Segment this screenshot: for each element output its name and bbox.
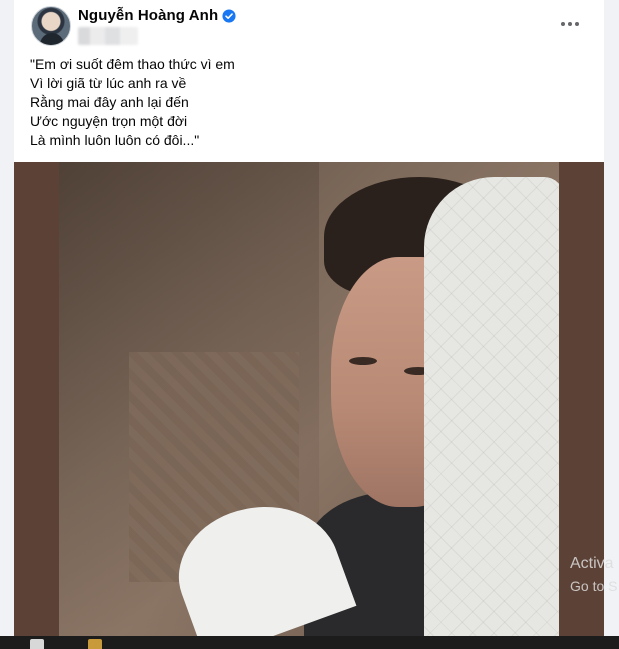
post-photo[interactable] — [59, 162, 559, 636]
post-text: "Em ơi suốt đêm thao thức vì em Vì lời g… — [30, 55, 590, 150]
watermark-line-1: Activa — [570, 555, 614, 572]
author-name[interactable]: Nguyễn Hoàng Anh — [78, 7, 218, 24]
windows-activation-watermark: Activa Go to S — [570, 553, 617, 597]
author-avatar[interactable] — [31, 6, 71, 46]
taskbar-app-icon[interactable] — [88, 639, 102, 649]
post-timestamp-blurred — [78, 27, 138, 45]
post-text-line: Là mình luôn luôn có đôi..." — [30, 132, 200, 148]
watermark-line-2: Go to S — [570, 578, 618, 594]
start-icon[interactable] — [30, 639, 44, 649]
post-text-line: Rằng mai đây anh lại đến — [30, 94, 189, 110]
post-text-line: "Em ơi suốt đêm thao thức vì em — [30, 56, 235, 72]
post-text-line: Ước nguyện trọn một đời — [30, 113, 188, 129]
verified-badge-icon — [222, 8, 236, 23]
more-options-button[interactable] — [554, 12, 586, 36]
author-row: Nguyễn Hoàng Anh — [78, 7, 236, 24]
post-photo-container[interactable] — [14, 162, 604, 636]
post-text-line: Vì lời giã từ lúc anh ra về — [30, 75, 187, 91]
taskbar — [0, 636, 619, 649]
post-header: Nguyễn Hoàng Anh — [14, 0, 604, 50]
post-card: Nguyễn Hoàng Anh "Em ơi suốt đêm thao th… — [14, 0, 604, 636]
more-options-icon — [561, 22, 565, 26]
